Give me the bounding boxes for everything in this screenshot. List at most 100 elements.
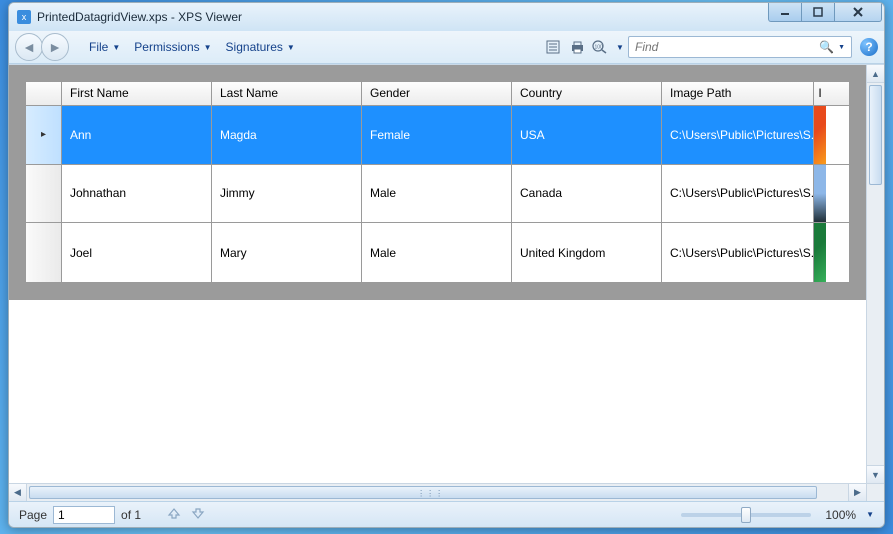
search-icon[interactable]: 🔍	[819, 40, 834, 54]
window-controls	[769, 2, 882, 22]
chevron-left-icon: ◀	[14, 487, 21, 498]
cell-gender[interactable]: Female	[362, 106, 512, 164]
cell-first-name[interactable]: Joel	[62, 223, 212, 282]
cell-first-name[interactable]: Johnathan	[62, 165, 212, 223]
cell-image[interactable]	[814, 223, 826, 282]
arrow-left-icon: ◄	[22, 39, 36, 55]
zoom-slider[interactable]	[681, 513, 811, 517]
page-number-input[interactable]	[53, 506, 115, 524]
column-header-country[interactable]: Country	[512, 82, 662, 105]
scroll-right-button[interactable]: ▶	[848, 484, 866, 501]
cell-image[interactable]	[814, 106, 826, 164]
svg-text:100: 100	[595, 45, 604, 51]
scroll-down-button[interactable]: ▼	[867, 465, 884, 483]
image-thumbnail	[814, 223, 826, 282]
nav-back-button[interactable]: ◄	[15, 33, 43, 61]
menu-permissions-label: Permissions	[134, 40, 199, 54]
page-label: Page	[19, 508, 47, 522]
page-up-button[interactable]	[165, 506, 183, 523]
column-header-last-name[interactable]: Last Name	[212, 82, 362, 105]
scroll-thumb-horizontal[interactable]: ⋮⋮⋮	[29, 486, 817, 499]
arrow-down-icon	[191, 506, 205, 520]
chevron-down-icon[interactable]: ▼	[866, 510, 874, 519]
cell-image-path[interactable]: C:\Users\Public\Pictures\S...	[662, 106, 814, 164]
row-indicator[interactable]	[26, 165, 62, 223]
menu-signatures-label: Signatures	[226, 40, 283, 54]
arrow-up-icon	[167, 506, 181, 520]
toolbar: ◄ ► File ▼ Permissions ▼ Signatures ▼ 10…	[9, 31, 884, 64]
cell-last-name[interactable]: Magda	[212, 106, 362, 164]
cell-last-name[interactable]: Jimmy	[212, 165, 362, 223]
menu-signatures[interactable]: Signatures ▼	[220, 36, 301, 58]
print-button[interactable]	[566, 36, 588, 58]
maximize-icon	[813, 7, 823, 17]
scroll-track-horizontal[interactable]: ⋮⋮⋮	[27, 484, 848, 501]
row-indicator[interactable]	[26, 223, 62, 282]
table-row[interactable]: Joel Mary Male United Kingdom C:\Users\P…	[26, 223, 849, 282]
scroll-up-button[interactable]: ▲	[867, 65, 884, 83]
chevron-down-icon: ▼	[287, 43, 295, 52]
column-header-image[interactable]: I	[814, 82, 826, 105]
zoom-slider-knob[interactable]	[741, 507, 751, 523]
document-page-blank-region	[9, 300, 866, 465]
cell-country[interactable]: USA	[512, 106, 662, 164]
search-input[interactable]	[635, 40, 815, 54]
window-title: PrintedDatagridView.xps - XPS Viewer	[37, 10, 242, 24]
table-row[interactable]: Johnathan Jimmy Male Canada C:\Users\Pub…	[26, 165, 849, 224]
datagrid-header: First Name Last Name Gender Country Imag…	[26, 82, 849, 106]
cell-last-name[interactable]: Mary	[212, 223, 362, 282]
document-page-grid-region: First Name Last Name Gender Country Imag…	[9, 65, 866, 300]
chevron-down-icon[interactable]: ▼	[838, 44, 845, 51]
page-down-button[interactable]	[189, 506, 207, 523]
column-header-image-path[interactable]: Image Path	[662, 82, 814, 105]
image-thumbnail	[814, 106, 826, 164]
scroll-thumb-vertical[interactable]	[869, 85, 882, 185]
cell-first-name[interactable]: Ann	[62, 106, 212, 164]
minimize-button[interactable]	[768, 2, 802, 22]
titlebar: x PrintedDatagridView.xps - XPS Viewer	[9, 3, 884, 31]
cell-gender[interactable]: Male	[362, 165, 512, 223]
scroll-left-button[interactable]: ◀	[9, 484, 27, 501]
table-row[interactable]: ▸ Ann Magda Female USA C:\Users\Public\P…	[26, 106, 849, 165]
chevron-down-icon: ▼	[871, 470, 880, 480]
menu-permissions[interactable]: Permissions ▼	[128, 36, 217, 58]
nav-forward-button[interactable]: ►	[41, 33, 69, 61]
chevron-right-icon: ▶	[854, 487, 861, 498]
minimize-icon	[780, 7, 790, 17]
statusbar: Page of 1 100% ▼	[9, 501, 884, 527]
chevron-down-icon: ▼	[204, 43, 212, 52]
close-button[interactable]	[834, 2, 882, 22]
menu-file[interactable]: File ▼	[83, 36, 126, 58]
cell-country[interactable]: Canada	[512, 165, 662, 223]
current-row-icon: ▸	[41, 129, 46, 140]
cell-gender[interactable]: Male	[362, 223, 512, 282]
column-header-gender[interactable]: Gender	[362, 82, 512, 105]
cell-image-path[interactable]: C:\Users\Public\Pictures\S...	[662, 165, 814, 223]
cell-image-path[interactable]: C:\Users\Public\Pictures\S...	[662, 223, 814, 282]
chevron-down-icon: ▼	[616, 43, 624, 52]
help-button[interactable]: ?	[860, 38, 878, 56]
zoom-percent-label: 100%	[825, 508, 856, 522]
horizontal-scrollbar[interactable]: ◀ ⋮⋮⋮ ▶	[9, 483, 866, 501]
column-header-first-name[interactable]: First Name	[62, 82, 212, 105]
vertical-scrollbar[interactable]: ▲ ▼	[866, 65, 884, 483]
image-thumbnail	[814, 165, 826, 223]
cell-country[interactable]: United Kingdom	[512, 223, 662, 282]
zoom-level-button[interactable]: 100	[590, 36, 612, 58]
zoom-dropdown[interactable]: ▼	[614, 36, 626, 58]
app-icon: x	[17, 10, 31, 24]
app-window: x PrintedDatagridView.xps - XPS Viewer ◄…	[8, 2, 885, 528]
chevron-up-icon: ▲	[871, 69, 880, 79]
chevron-down-icon: ▼	[112, 43, 120, 52]
row-indicator[interactable]: ▸	[26, 106, 62, 164]
arrow-right-icon: ►	[48, 39, 62, 55]
maximize-button[interactable]	[801, 2, 835, 22]
outline-button[interactable]	[542, 36, 564, 58]
document-viewport[interactable]: First Name Last Name Gender Country Imag…	[9, 65, 866, 483]
row-selector-header[interactable]	[26, 82, 62, 105]
scrollbar-corner	[866, 483, 884, 501]
search-box[interactable]: 🔍 ▼	[628, 36, 852, 58]
close-icon	[852, 6, 864, 18]
cell-image[interactable]	[814, 165, 826, 223]
grip-icon: ⋮⋮⋮	[417, 489, 429, 497]
